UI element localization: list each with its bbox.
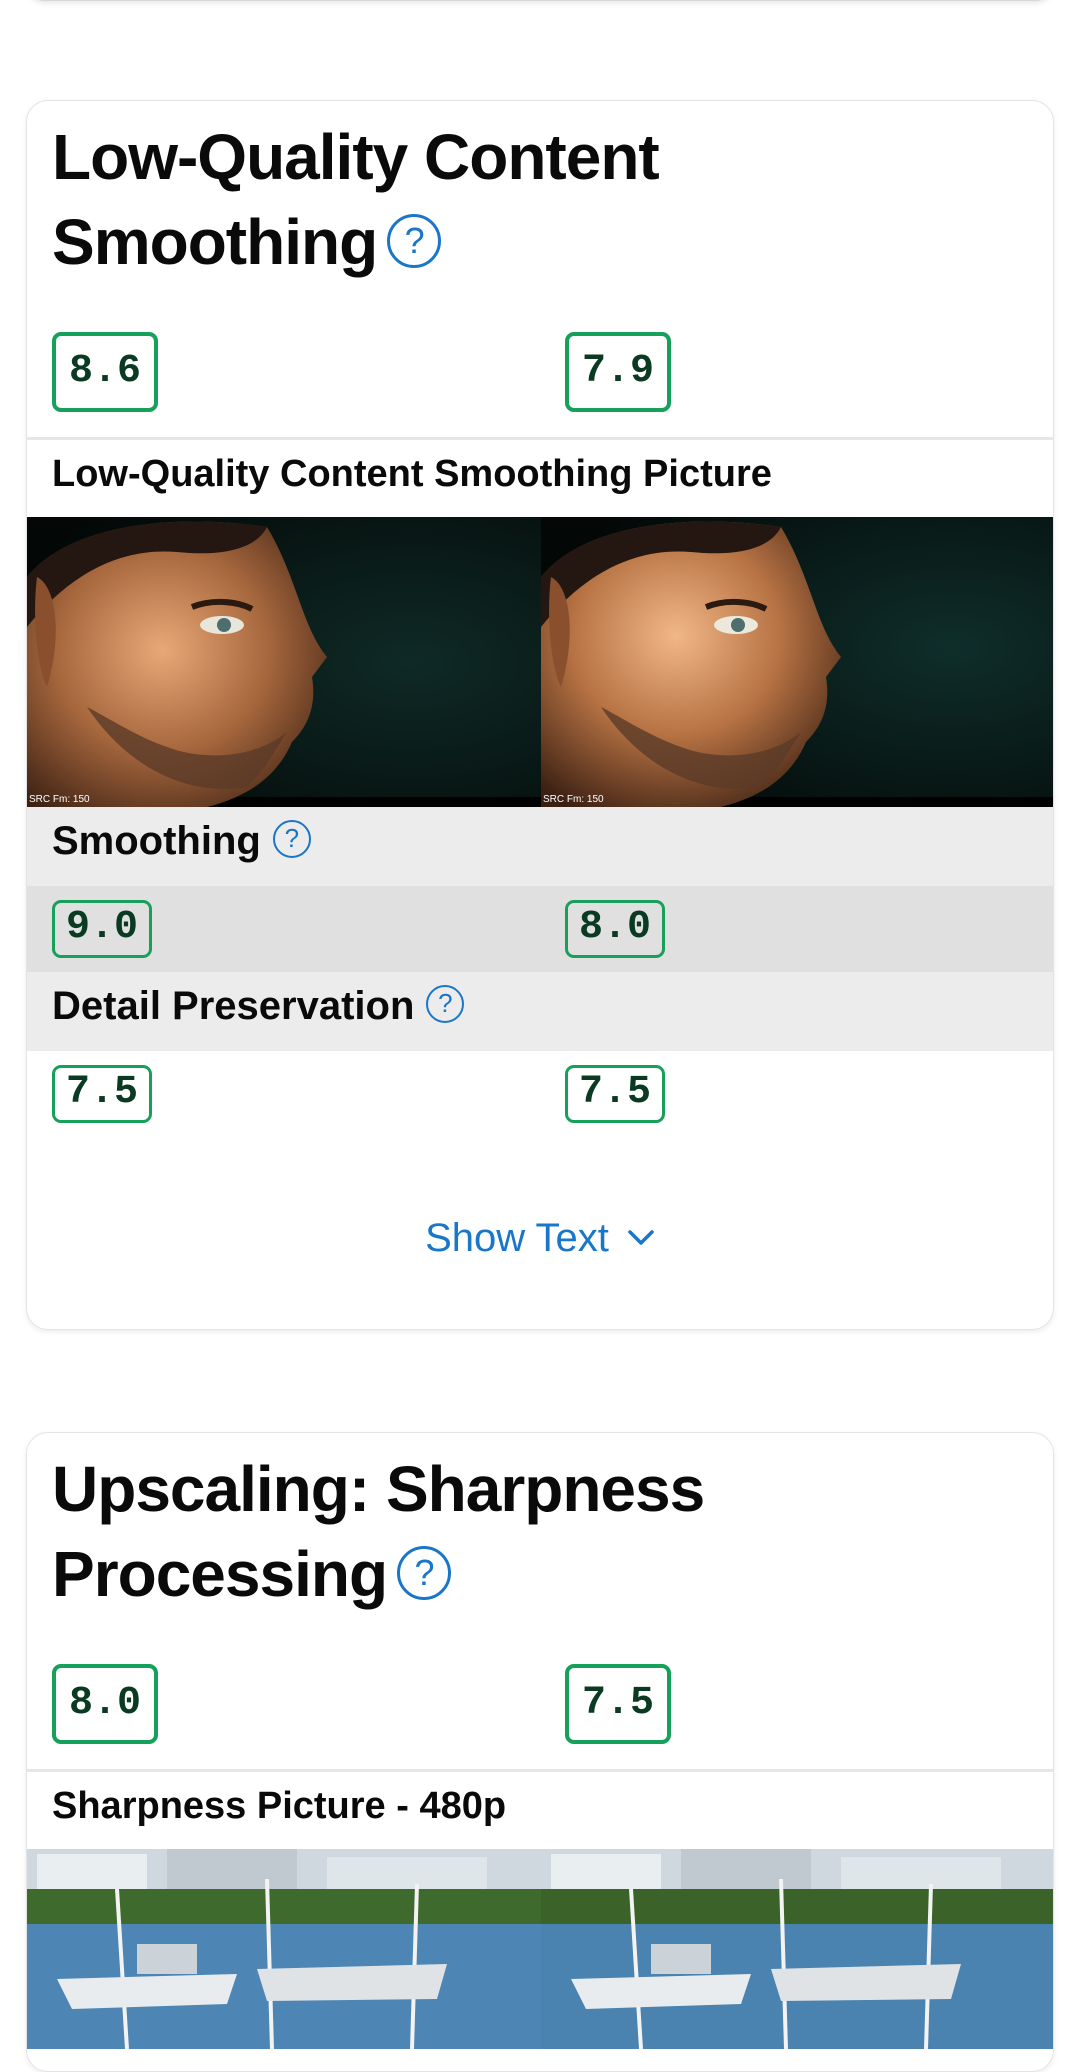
harbor-image — [541, 1849, 1053, 2049]
card-title-line1: Upscaling: Sharpness — [52, 1453, 705, 1525]
card-title: Upscaling: Sharpness Processing? — [52, 1447, 705, 1617]
subscore-label-text: Detail Preservation — [52, 984, 415, 1028]
face-image — [541, 517, 1053, 807]
help-circle-icon[interactable]: ? — [397, 1546, 452, 1601]
picture-title: Sharpness Picture - 480p — [52, 1785, 507, 1827]
subscore-values-smoothing: 9.0 8.0 — [27, 886, 1053, 972]
subscore-header-detail-preservation: Detail Preservation? — [27, 972, 1053, 1051]
score-badge-right: 7.9 — [565, 332, 671, 412]
help-circle-icon[interactable]: ? — [426, 985, 465, 1024]
help-circle-icon[interactable]: ? — [272, 820, 311, 859]
show-text-label: Show Text — [425, 1216, 609, 1260]
comparison-photos — [27, 1849, 1053, 2049]
show-text-button[interactable]: Show Text — [27, 1216, 1053, 1261]
harbor-photo-right[interactable] — [541, 1849, 1053, 2049]
sharpness-card: Upscaling: Sharpness Processing? 8.0 7.5… — [26, 1432, 1054, 2072]
score-badge-left: 8.6 — [52, 332, 158, 412]
score-badge-right: 7.5 — [565, 1664, 671, 1744]
harbor-photo-left[interactable] — [27, 1849, 541, 2049]
score-badge-left: 7.5 — [52, 1065, 152, 1123]
score-badge-left: 9.0 — [52, 900, 152, 958]
chevron-down-icon — [627, 1212, 655, 1257]
face-photo-left[interactable]: SRC Fm: 150 — [27, 517, 541, 807]
harbor-image — [27, 1849, 541, 2049]
source-frame-label: SRC Fm: 150 — [29, 794, 90, 805]
divider — [27, 1769, 1053, 1772]
score-badge-right: 7.5 — [565, 1065, 665, 1123]
card-title-line2: Smoothing — [52, 206, 378, 278]
face-photo-right[interactable]: SRC Fm: 150 — [541, 517, 1053, 807]
help-circle-icon[interactable]: ? — [387, 214, 442, 269]
score-badge-right: 8.0 — [565, 900, 665, 958]
card-title-line2: Processing — [52, 1538, 388, 1610]
comparison-photos: SRC Fm: 150 SRC Fm: 150 — [27, 517, 1053, 807]
picture-title: Low-Quality Content Smoothing Picture — [52, 453, 772, 495]
face-image — [27, 517, 541, 807]
subscore-label: Smoothing? — [52, 819, 311, 864]
subscore-header-smoothing: Smoothing? — [27, 807, 1053, 886]
smoothing-card: Low-Quality Content Smoothing? 8.6 7.9 L… — [26, 100, 1054, 1330]
subscore-label: Detail Preservation? — [52, 984, 465, 1029]
score-badge-left: 8.0 — [52, 1664, 158, 1744]
subscore-label-text: Smoothing — [52, 819, 261, 863]
subscore-values-detail-preservation: 7.5 7.5 — [27, 1051, 1053, 1137]
source-frame-label: SRC Fm: 150 — [543, 794, 604, 805]
card-title-line1: Low-Quality Content — [52, 121, 660, 193]
card-title: Low-Quality Content Smoothing? — [52, 115, 660, 285]
divider — [27, 437, 1053, 440]
